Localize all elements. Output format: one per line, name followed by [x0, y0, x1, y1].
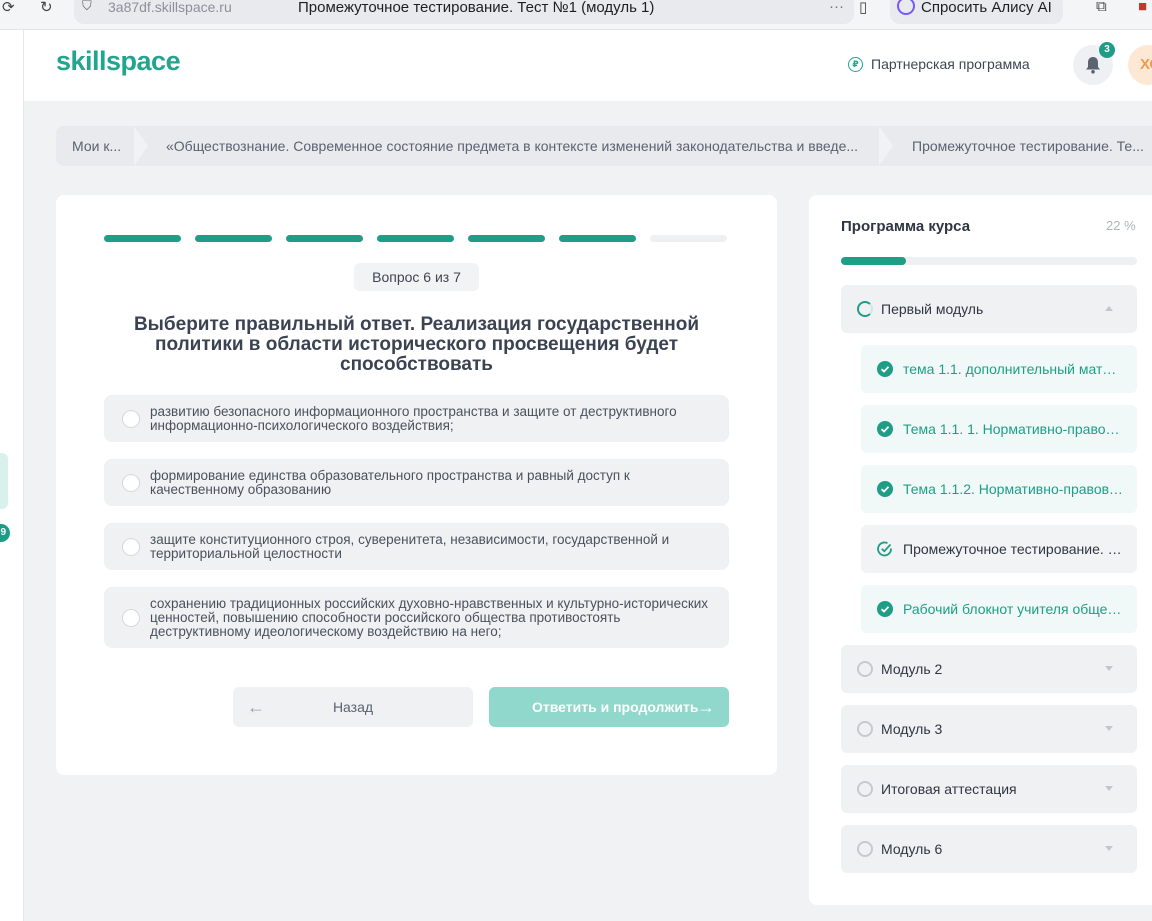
ruble-icon: ₽ — [848, 56, 863, 72]
submit-answer-label: Ответить и продолжить — [532, 699, 699, 715]
progress-segment — [104, 235, 181, 242]
chevron-down-icon — [1105, 726, 1113, 731]
lesson-label: Рабочий блокнот учителя обществознания — [903, 601, 1123, 617]
partner-program-label: Партнерская программа — [871, 56, 1030, 72]
test-check-icon — [877, 541, 892, 557]
question-text: Выберите правильный ответ. Реализация го… — [133, 314, 700, 375]
radio-button[interactable] — [122, 473, 140, 492]
lesson-item[interactable]: тема 1.1. дополнительный материал — [861, 345, 1137, 393]
arrow-left-icon: ← — [247, 697, 265, 717]
module-label: Итоговая аттестация — [881, 781, 1017, 797]
site-header: skillspace ₽ Партнерская программа 3 ХС — [24, 30, 1152, 101]
bookmark-icon[interactable]: ▯ — [859, 0, 867, 16]
progress-segment — [650, 235, 727, 242]
back-icon[interactable]: ⟳ — [2, 0, 15, 16]
breadcrumb: Мои к... «Обществознание. Современное со… — [56, 126, 1152, 166]
notifications-button[interactable]: 3 — [1073, 42, 1115, 85]
url-host[interactable]: 3a87df.skillspace.ru — [108, 0, 232, 15]
reload-icon[interactable]: ↻ — [40, 0, 53, 16]
check-circle-icon — [877, 481, 893, 497]
not-started-icon — [857, 841, 873, 857]
back-button-label: Назад — [332, 699, 374, 715]
not-started-icon — [857, 661, 873, 677]
shield-icon[interactable]: ⛉ — [82, 0, 92, 14]
answer-option-text: защите конституционного строя, суверенит… — [150, 531, 670, 561]
partner-program-link[interactable]: ₽ Партнерская программа — [848, 56, 1030, 72]
module-label: Модуль 3 — [881, 721, 943, 737]
back-button[interactable]: ← Назад — [233, 687, 473, 727]
breadcrumb-separator — [879, 126, 893, 166]
lesson-item[interactable]: Рабочий блокнот учителя обществознания — [861, 585, 1137, 633]
page-title: Промежуточное тестирование. Тест №1 (мод… — [298, 0, 655, 16]
module-label: Модуль 2 — [881, 661, 943, 677]
chevron-down-icon — [1105, 786, 1113, 791]
lesson-item[interactable]: Тема 1.1. 1. Нормативно-правовая база — [861, 405, 1137, 453]
answer-option-text: сохранению традиционных российских духов… — [150, 595, 709, 639]
radio-button[interactable] — [122, 537, 140, 556]
answer-option-2[interactable]: формирование единства образовательного п… — [104, 459, 729, 506]
in-progress-icon — [857, 301, 873, 317]
module-3[interactable]: Модуль 3 — [841, 705, 1137, 753]
module-label: Первый модуль — [881, 301, 984, 317]
radio-button[interactable] — [122, 409, 140, 428]
radio-button[interactable] — [122, 608, 140, 627]
progress-segment — [286, 235, 363, 242]
not-started-icon — [857, 721, 873, 737]
answer-option-text: формирование единства образовательного п… — [150, 467, 630, 497]
lesson-label: Тема 1.1.2. Нормативно-правовая база — [903, 481, 1123, 497]
lesson-item[interactable]: Тема 1.1.2. Нормативно-правовая база — [861, 465, 1137, 513]
lesson-label: Тема 1.1. 1. Нормативно-правовая база — [903, 421, 1123, 437]
progress-segment — [559, 235, 636, 242]
alice-label: Спросить Алису AI — [921, 0, 1052, 16]
quiz-progress — [104, 235, 727, 242]
browser-toolbar: ⟳ ↻ ⛉ 3a87df.skillspace.ru Промежуточное… — [0, 0, 1152, 30]
submit-answer-button[interactable]: Ответить и продолжить → — [489, 687, 729, 727]
course-progress-percent: 22 % — [1106, 218, 1136, 233]
breadcrumb-course[interactable]: «Обществознание. Современное состояние п… — [142, 126, 882, 166]
notifications-badge: 3 — [1099, 42, 1115, 58]
answer-option-text: развитию безопасного информационного про… — [150, 403, 677, 433]
chevron-down-icon — [1105, 666, 1113, 671]
sidebar-active-tab[interactable] — [0, 453, 8, 509]
check-circle-icon — [877, 421, 893, 437]
avatar[interactable]: ХС — [1128, 45, 1152, 85]
sidebar-badge: 9 — [0, 524, 10, 542]
lesson-label: Промежуточное тестирование. Тест №1 — [903, 541, 1123, 557]
check-circle-icon — [877, 361, 893, 377]
left-sidebar: 9 — [0, 30, 24, 921]
extensions-icon[interactable]: ⧉ — [1096, 0, 1107, 15]
course-program-panel: Программа курса 22 % Первый модуль тема … — [809, 195, 1152, 905]
progress-segment — [377, 235, 454, 242]
answer-option-1[interactable]: развитию безопасного информационного про… — [104, 395, 729, 442]
skillspace-logo[interactable]: skillspace — [56, 46, 181, 77]
breadcrumb-lesson: Промежуточное тестирование. Те... — [882, 126, 1152, 166]
chevron-down-icon — [1105, 846, 1113, 851]
module-first[interactable]: Первый модуль — [841, 285, 1137, 333]
bell-icon — [1086, 57, 1100, 74]
breadcrumb-separator — [134, 126, 148, 166]
answer-option-4[interactable]: сохранению традиционных российских духов… — [104, 587, 729, 648]
course-progress-bar — [841, 257, 1137, 265]
course-progress-fill — [841, 257, 907, 265]
lesson-label: тема 1.1. дополнительный материал — [903, 361, 1123, 377]
not-started-icon — [857, 781, 873, 797]
quiz-card: Вопрос 6 из 7 Выберите правильный ответ.… — [56, 195, 777, 775]
module-6[interactable]: Модуль 6 — [841, 825, 1137, 873]
profile-icon[interactable]: ■ — [1138, 0, 1147, 15]
breadcrumb-my-courses[interactable]: Мои к... — [56, 126, 142, 166]
lesson-item-current[interactable]: Промежуточное тестирование. Тест №1 — [861, 525, 1137, 573]
chevron-up-icon — [1105, 306, 1113, 311]
answer-option-3[interactable]: защите конституционного строя, суверенит… — [104, 523, 729, 570]
question-counter: Вопрос 6 из 7 — [354, 263, 479, 291]
module-label: Модуль 6 — [881, 841, 943, 857]
progress-segment — [468, 235, 545, 242]
progress-segment — [195, 235, 272, 242]
module-final-attestation[interactable]: Итоговая аттестация — [841, 765, 1137, 813]
course-program-title: Программа курса — [841, 218, 971, 235]
module-2[interactable]: Модуль 2 — [841, 645, 1137, 693]
more-icon[interactable]: ··· — [829, 0, 844, 15]
check-circle-icon — [877, 601, 893, 617]
arrow-right-icon: → — [697, 697, 715, 717]
